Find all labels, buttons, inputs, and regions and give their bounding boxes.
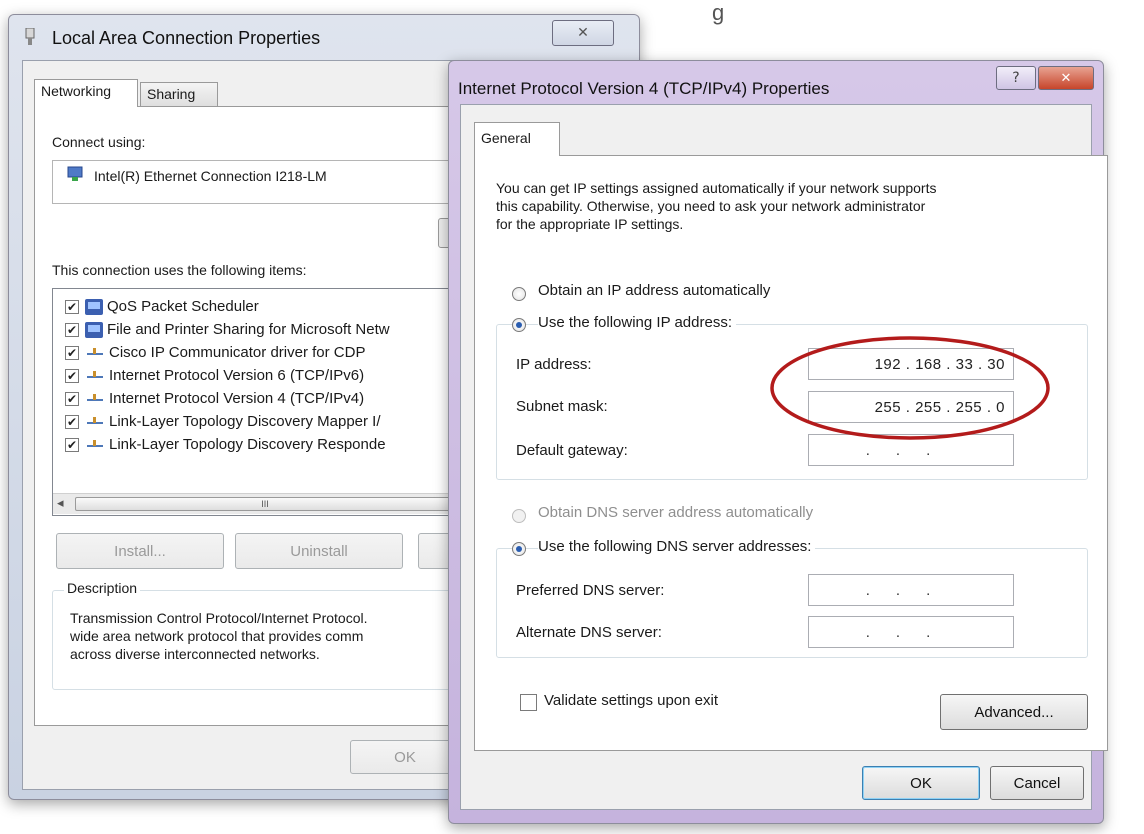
horizontal-scrollbar[interactable]: ◂ III	[53, 493, 471, 514]
preferred-dns-field[interactable]: ...	[808, 574, 1014, 606]
item-checkbox[interactable]: ✔	[65, 322, 79, 337]
ok-button[interactable]: OK	[862, 766, 980, 800]
list-item[interactable]: ✔ Link-Layer Topology Discovery Mapper I…	[53, 410, 381, 433]
items-label: This connection uses the following items…	[52, 262, 307, 278]
protocol-icon	[87, 393, 103, 404]
item-label: File and Printer Sharing for Microsoft N…	[107, 321, 390, 338]
protocol-icon	[87, 416, 103, 427]
item-label: Link-Layer Topology Discovery Mapper I/	[109, 413, 381, 430]
back-window-icon	[24, 27, 36, 46]
item-label: Link-Layer Topology Discovery Responde	[109, 436, 386, 453]
item-checkbox[interactable]: ✔	[65, 414, 79, 429]
scrollbar-thumb[interactable]: III	[75, 497, 455, 511]
validate-checkbox[interactable]	[520, 694, 537, 711]
cancel-button[interactable]: Cancel	[990, 766, 1084, 800]
close-icon: ✕	[1060, 70, 1072, 86]
tab-sharing[interactable]: Sharing	[140, 82, 218, 107]
description-line-1: Transmission Control Protocol/Internet P…	[70, 610, 368, 626]
preferred-dns-label: Preferred DNS server:	[516, 582, 665, 599]
connect-using-label: Connect using:	[52, 134, 146, 150]
network-client-icon	[85, 298, 103, 315]
protocol-icon	[87, 439, 103, 450]
list-item[interactable]: ✔ Cisco IP Communicator driver for CDP	[53, 341, 365, 364]
protocol-icon	[87, 347, 103, 358]
radio-manual-dns-label[interactable]: Use the following DNS server addresses:	[538, 538, 816, 555]
validate-label[interactable]: Validate settings upon exit	[544, 692, 718, 709]
list-item[interactable]: ✔ Internet Protocol Version 4 (TCP/IPv4)	[53, 387, 364, 410]
item-checkbox[interactable]: ✔	[65, 345, 79, 360]
help-icon: ?	[1012, 70, 1020, 86]
network-client-icon	[85, 321, 103, 338]
radio-manual-ip[interactable]	[512, 318, 526, 332]
list-item[interactable]: ✔ QoS Packet Scheduler	[53, 295, 259, 318]
list-item[interactable]: ✔ Internet Protocol Version 6 (TCP/IPv6)	[53, 364, 364, 387]
default-gateway-label: Default gateway:	[516, 442, 628, 459]
item-checkbox[interactable]: ✔	[65, 437, 79, 452]
uninstall-button[interactable]: Uninstall	[235, 533, 403, 569]
radio-manual-dns[interactable]	[512, 542, 526, 556]
item-label: Internet Protocol Version 4 (TCP/IPv4)	[109, 390, 365, 407]
close-icon: ✕	[577, 25, 589, 41]
radio-auto-dns-label[interactable]: Obtain DNS server address automatically	[538, 504, 813, 521]
adapter-name: Intel(R) Ethernet Connection I218-LM	[94, 168, 327, 184]
back-ok-button[interactable]: OK	[350, 740, 460, 774]
alternate-dns-field[interactable]: ...	[808, 616, 1014, 648]
radio-manual-ip-label[interactable]: Use the following IP address:	[538, 314, 736, 331]
tab-networking[interactable]: Networking	[34, 79, 138, 107]
network-adapter-icon	[66, 165, 86, 183]
dialog-title: Internet Protocol Version 4 (TCP/IPv4) P…	[458, 79, 830, 98]
dialog-close-button[interactable]: ✕	[1038, 66, 1094, 90]
item-label: Internet Protocol Version 6 (TCP/IPv6)	[109, 367, 365, 384]
list-item[interactable]: ✔ File and Printer Sharing for Microsoft…	[53, 318, 390, 341]
item-checkbox[interactable]: ✔	[65, 368, 79, 383]
scrollbar-grip: III	[261, 499, 269, 509]
radio-auto-ip-label[interactable]: Obtain an IP address automatically	[538, 282, 770, 299]
back-window-close-button[interactable]: ✕	[552, 20, 614, 46]
item-checkbox[interactable]: ✔	[65, 391, 79, 406]
item-checkbox[interactable]: ✔	[65, 299, 79, 314]
intro-line-3: for the appropriate IP settings.	[496, 216, 684, 232]
protocol-icon	[87, 370, 103, 381]
intro-line-2: this capability. Otherwise, you need to …	[496, 198, 926, 214]
scroll-left-icon[interactable]: ◂	[57, 495, 64, 511]
subnet-mask-label: Subnet mask:	[516, 398, 608, 415]
radio-auto-dns[interactable]	[512, 509, 526, 523]
item-label: QoS Packet Scheduler	[107, 298, 259, 315]
ip-address-label: IP address:	[516, 356, 592, 373]
description-label: Description	[64, 580, 141, 596]
help-button[interactable]: ?	[996, 66, 1036, 90]
items-list[interactable]: ✔ QoS Packet Scheduler ✔ File and Printe…	[52, 288, 472, 516]
stray-fragment: g	[712, 0, 725, 25]
install-button[interactable]: Install...	[56, 533, 224, 569]
intro-line-1: You can get IP settings assigned automat…	[496, 180, 937, 196]
alternate-dns-label: Alternate DNS server:	[516, 624, 662, 641]
radio-auto-ip[interactable]	[512, 287, 526, 301]
tab-general[interactable]: General	[474, 122, 560, 156]
back-window-title: Local Area Connection Properties	[52, 28, 321, 48]
description-line-2: wide area network protocol that provides…	[70, 628, 364, 644]
red-highlight-ellipse	[770, 336, 1050, 440]
advanced-button[interactable]: Advanced...	[940, 694, 1088, 730]
list-item[interactable]: ✔ Link-Layer Topology Discovery Responde	[53, 433, 386, 456]
item-label: Cisco IP Communicator driver for CDP	[109, 344, 366, 361]
description-line-3: across diverse interconnected networks.	[70, 646, 320, 662]
